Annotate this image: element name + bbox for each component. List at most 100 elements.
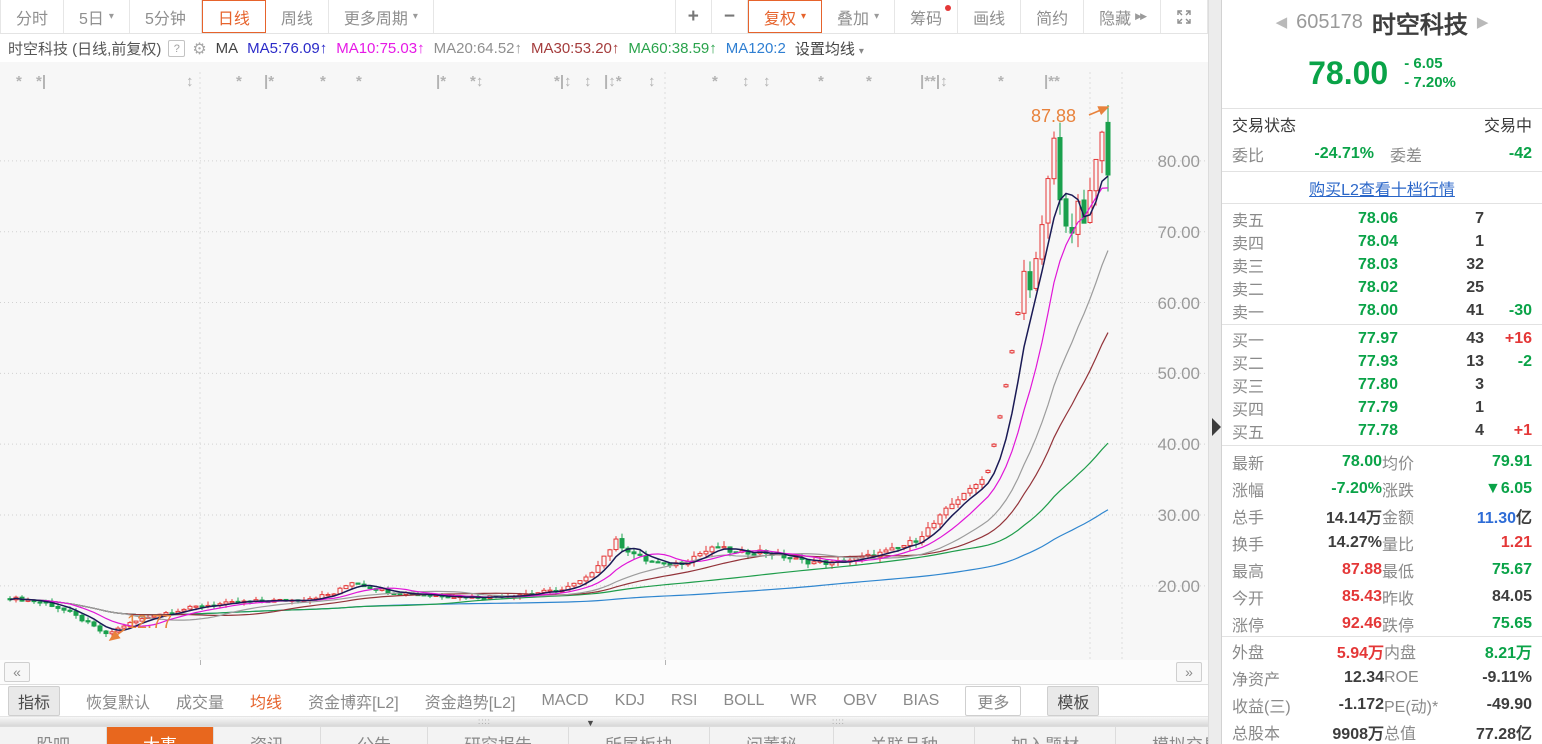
period-tab[interactable]: 更多周期▾ — [329, 0, 434, 33]
stat-value-num: 14.14万 — [1326, 510, 1382, 527]
order-volume: 7 — [1398, 210, 1484, 228]
fullscreen-button[interactable] — [1161, 0, 1208, 33]
splitter-grip[interactable]: :::: — [832, 720, 845, 724]
indicator-指标[interactable]: 指标 — [8, 686, 60, 716]
svg-text:|**: |** — [1044, 73, 1060, 90]
bottom-tab[interactable]: 股吧 — [0, 727, 107, 744]
order-volume: 4 — [1398, 422, 1484, 440]
svg-text:*: * — [866, 73, 872, 90]
order-volume: 13 — [1398, 353, 1484, 371]
indicator-RSI[interactable]: RSI — [671, 692, 698, 710]
stat-label: 金额 — [1382, 504, 1448, 528]
bottom-tab[interactable]: 公告 — [321, 727, 428, 744]
svg-text:|*: |* — [264, 73, 274, 90]
splitter-grip[interactable]: :::: — [478, 720, 491, 724]
indicator-OBV[interactable]: OBV — [843, 692, 877, 710]
ma-legend-item: MA120:2 — [726, 40, 786, 57]
stat-row: 总股本9908万总值77.28亿 — [1222, 718, 1542, 744]
last-price: 78.00 — [1308, 55, 1388, 92]
indicator-均线[interactable]: 均线 — [250, 689, 282, 713]
tool-button[interactable]: 画线 — [958, 0, 1021, 33]
tool-button[interactable]: 叠加▾ — [822, 0, 895, 33]
order-row: 卖一78.0041-30 — [1222, 299, 1542, 322]
tool-active-button[interactable]: 复权▾ — [748, 0, 822, 33]
indicator-MACD[interactable]: MACD — [541, 692, 588, 710]
period-tab[interactable]: 5日▾ — [64, 0, 130, 33]
stat-value-num: 85.43 — [1342, 588, 1382, 605]
tool-button[interactable]: 简约 — [1021, 0, 1084, 33]
bottom-tab[interactable]: 关联品种 — [834, 727, 975, 744]
zoom-in-button[interactable]: + — [675, 0, 712, 33]
bottom-tab[interactable]: 研究报告 — [428, 727, 569, 744]
help-icon[interactable]: ? — [168, 40, 185, 57]
svg-text:|**|↕: |**|↕ — [920, 73, 948, 90]
indicator-恢复默认[interactable]: 恢复默认 — [86, 689, 150, 713]
ma-legend-text: MA10:75.03 — [336, 40, 417, 57]
stat-label: 净资产 — [1232, 666, 1300, 690]
indicator-成交量[interactable]: 成交量 — [176, 689, 224, 713]
svg-text:↕: ↕ — [186, 73, 194, 90]
order-row: 买三77.803 — [1222, 373, 1542, 396]
stat-row: 收益(三)-1.172PE(动)*-49.90 — [1222, 691, 1542, 718]
bottom-tab[interactable]: 模拟交易 — [1116, 727, 1208, 744]
period-tab[interactable]: 日线 — [202, 0, 266, 33]
indicator-模板[interactable]: 模板 — [1047, 686, 1099, 716]
svg-text:87.88: 87.88 — [1031, 106, 1076, 126]
ma-legend-text: MA20:64.52 — [434, 40, 515, 57]
tool-button[interactable]: 筹码 — [895, 0, 958, 33]
stat-label: 最低 — [1382, 558, 1448, 582]
svg-text:*: * — [236, 73, 242, 90]
next-stock-icon[interactable]: ▶ — [1477, 13, 1489, 31]
candles — [8, 105, 1110, 637]
order-price: 77.97 — [1288, 330, 1398, 348]
stat-value: ▼6.05 — [1448, 480, 1532, 498]
scroll-left-button[interactable]: « — [4, 662, 30, 682]
order-delta: -2 — [1484, 353, 1532, 371]
period-tab[interactable]: 周线 — [266, 0, 329, 33]
stat-value: 1.21 — [1448, 534, 1532, 552]
indicator-BOLL[interactable]: BOLL — [723, 692, 764, 710]
trade-status-value: 交易中 — [1484, 112, 1532, 136]
indicator-更多[interactable]: 更多 — [965, 686, 1021, 716]
indicator-资金趋势[L2][interactable]: 资金趋势[L2] — [425, 689, 516, 713]
scroll-right-button[interactable]: » — [1176, 662, 1202, 682]
panel-collapse-arrow-icon[interactable] — [1212, 418, 1221, 436]
indicator-BIAS[interactable]: BIAS — [903, 692, 939, 710]
order-volume: 41 — [1398, 302, 1484, 320]
bottom-tab[interactable]: 所属板块 — [569, 727, 710, 744]
stat-label: 涨停 — [1232, 612, 1286, 636]
bottom-tab[interactable]: 加入题材 — [975, 727, 1116, 744]
weicha-value: -42 — [1436, 145, 1532, 163]
stat-value-num: 77.28亿 — [1476, 726, 1532, 743]
bottom-tab[interactable]: 大事 — [107, 727, 214, 744]
bottom-tab[interactable]: 问董秘 — [710, 727, 834, 744]
period-tab[interactable]: 分时 — [0, 0, 64, 33]
stat-value: 12.34 — [1300, 669, 1384, 687]
pane-splitter[interactable]: :::: ▼ :::: — [0, 716, 1208, 726]
ma-settings-button[interactable]: 设置均线▾ — [795, 38, 864, 59]
stat-row: 最新78.00均价79.91 — [1222, 448, 1542, 475]
zoom-out-button[interactable]: − — [712, 0, 748, 33]
candlestick-chart[interactable]: **|↕*|***|**↕*|↕↕|↕*↕*↕↕**|**|↕*|**87.88… — [0, 62, 1208, 660]
prev-stock-icon[interactable]: ◀ — [1276, 13, 1288, 31]
indicator-WR[interactable]: WR — [790, 692, 817, 710]
l2-upsell-link[interactable]: 购买L2查看十档行情 — [1309, 176, 1455, 200]
stat-value-num: 1.21 — [1501, 534, 1532, 551]
svg-text:*|↕: *|↕ — [554, 73, 572, 90]
stat-value: 11.30亿 — [1448, 504, 1532, 528]
bottom-tab[interactable]: 资讯 — [214, 727, 321, 744]
tool-button[interactable]: 隐藏▶▶ — [1084, 0, 1161, 33]
indicator-KDJ[interactable]: KDJ — [615, 692, 645, 710]
caret-down-icon: ▾ — [109, 11, 114, 22]
stat-label: 总股本 — [1232, 720, 1300, 744]
gear-icon[interactable]: ⚙ — [192, 39, 206, 59]
stat-value: 85.43 — [1286, 588, 1382, 606]
indicator-资金博弈[L2][interactable]: 资金博弈[L2] — [308, 689, 399, 713]
stat-label: 昨收 — [1382, 585, 1448, 609]
stats-grid-2: 外盘5.94万内盘8.21万净资产12.34ROE-9.11%收益(三)-1.1… — [1222, 637, 1542, 744]
up-arrow-icon: ↑ — [320, 40, 328, 57]
price-change: - 6.05- 7.20% — [1404, 54, 1456, 92]
period-tab[interactable]: 5分钟 — [130, 0, 202, 33]
price-axis-label: 70.00 — [1122, 223, 1200, 243]
stat-value-num: 78.00 — [1342, 453, 1382, 470]
